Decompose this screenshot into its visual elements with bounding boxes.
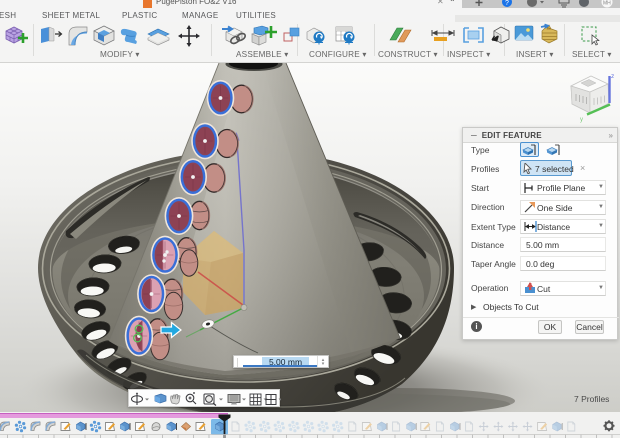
svg-text:y: y — [580, 117, 583, 123]
svg-text:z: z — [611, 73, 614, 80]
